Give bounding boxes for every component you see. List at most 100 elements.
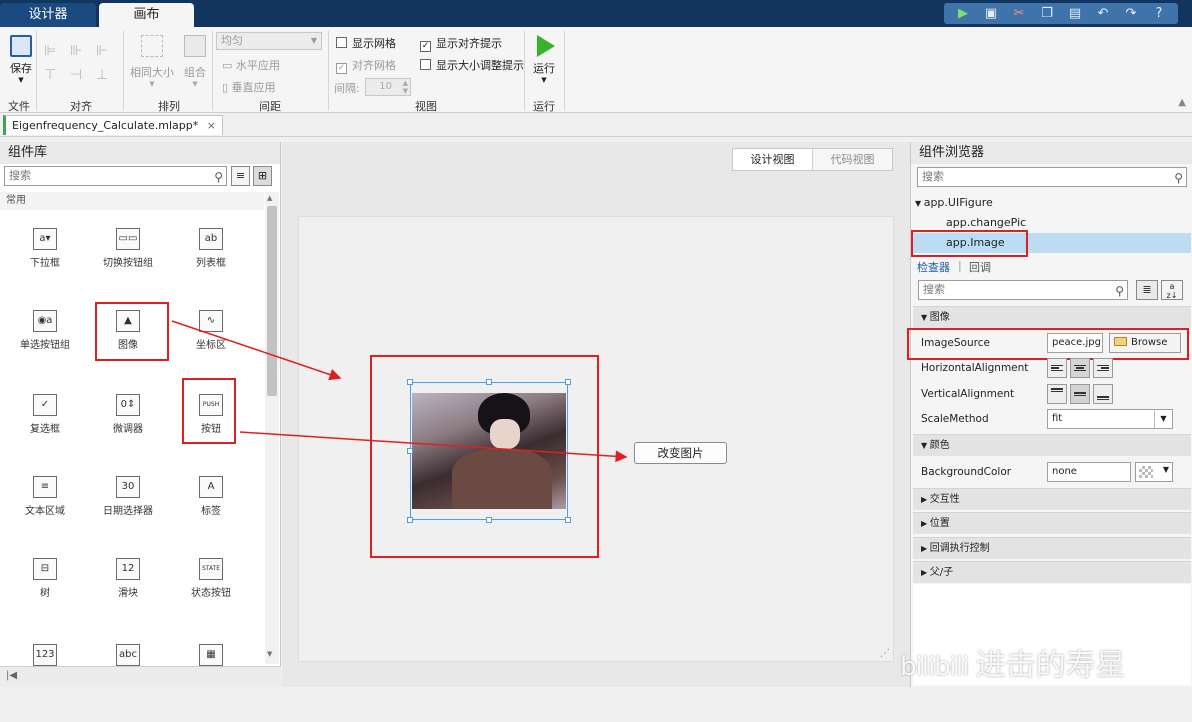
inspector-search-input[interactable]: 搜索 ⚲ — [918, 280, 1128, 300]
component-icon: 12 — [116, 558, 140, 580]
component-item[interactable]: ab 列表框 — [170, 226, 252, 306]
library-search-input[interactable]: 搜索 ⚲ — [4, 166, 227, 186]
save-icon[interactable]: ▣ — [978, 4, 1004, 23]
highlight-button-component — [182, 378, 236, 444]
scale-method-select[interactable]: fit ▼ — [1047, 409, 1173, 429]
change-pic-button[interactable]: 改变图片 — [634, 442, 727, 464]
scrollbar-thumb[interactable] — [267, 206, 277, 396]
interval-label: 间隔: — [334, 82, 360, 95]
design-view-tab[interactable]: 设计视图 — [733, 149, 813, 170]
sort-az-toggle[interactable]: a z↓ — [1161, 280, 1183, 300]
component-item[interactable]: ▭▭ 切换按钮组 — [87, 226, 169, 306]
tab-inspector[interactable]: 检查器 — [917, 259, 950, 275]
section-parent-child[interactable]: ▶ 父/子 — [913, 561, 1191, 583]
same-size-button[interactable]: 相同大小 ▼ — [128, 35, 176, 88]
tree-root[interactable]: ▼ app.UIFigure — [915, 196, 993, 209]
scroll-left-icon[interactable]: |◀ — [6, 670, 17, 681]
section-callback-control[interactable]: ▶ 回调执行控制 — [913, 537, 1191, 559]
component-item[interactable]: ✓ 复选框 — [4, 392, 86, 472]
component-icon: 30 — [116, 476, 140, 498]
save-icon — [10, 35, 32, 57]
canvas-resize-grip-icon[interactable]: ⋰ — [880, 648, 890, 659]
component-icon: ≡ — [33, 476, 57, 498]
align-left-icon[interactable] — [1047, 358, 1067, 378]
bg-color-field[interactable]: none — [1047, 462, 1131, 482]
snap-grid-checkbox[interactable]: ✓ 对齐网格 — [336, 57, 396, 74]
collapse-ribbon-icon[interactable]: ▲ — [1178, 97, 1186, 108]
component-item[interactable]: 30 日期选择器 — [87, 474, 169, 554]
align-left-icon[interactable]: ⊫ — [44, 43, 62, 61]
run-icon[interactable]: ▶ — [950, 4, 976, 23]
component-item[interactable]: ⊟ 树 — [4, 556, 86, 636]
section-image[interactable]: ▼ 图像 — [913, 306, 1191, 328]
library-scrollbar[interactable]: ▲ ▼ — [265, 192, 279, 664]
component-item[interactable]: 0⇕ 微调器 — [87, 392, 169, 472]
document-tab[interactable]: Eigenfrequency_Calculate.mlapp* × — [3, 115, 223, 135]
list-view-toggle[interactable]: ≡ — [231, 166, 250, 186]
apply-vertical-button[interactable]: ▯ 垂直应用 — [222, 79, 276, 95]
cut-icon[interactable]: ✂ — [1006, 4, 1032, 23]
component-label: 日期选择器 — [103, 506, 153, 517]
align-top-icon[interactable] — [1047, 384, 1067, 404]
align-center-icon[interactable] — [1070, 358, 1090, 378]
help-icon[interactable]: ? — [1146, 4, 1172, 23]
component-icon: A — [199, 476, 223, 498]
component-item[interactable]: STATE 状态按钮 — [170, 556, 252, 636]
color-picker-button[interactable]: ▼ — [1135, 462, 1173, 482]
close-icon[interactable]: × — [207, 119, 216, 132]
same-size-icon — [141, 35, 163, 57]
tab-designer[interactable]: 设计器 — [0, 3, 96, 27]
component-item[interactable]: a▾ 下拉框 — [4, 226, 86, 306]
section-color[interactable]: ▼ 颜色 — [913, 434, 1191, 456]
component-icon: abc — [116, 644, 140, 666]
section-position[interactable]: ▶ 位置 — [913, 512, 1191, 534]
section-interactivity[interactable]: ▶ 交互性 — [913, 488, 1191, 510]
group-label-view: 视图 — [415, 100, 437, 113]
spacing-select[interactable]: 均匀 ▼ — [216, 32, 322, 50]
redo-icon[interactable]: ↷ — [1118, 4, 1144, 23]
apply-horizontal-button[interactable]: ▭ 水平应用 — [222, 57, 280, 73]
paste-icon[interactable]: ▤ — [1062, 4, 1088, 23]
ui-figure[interactable]: 改变图片 — [298, 216, 894, 662]
component-label: 滑块 — [118, 588, 138, 599]
align-right-icon[interactable]: ⊩ — [96, 43, 114, 61]
group-button[interactable]: 组合 ▼ — [178, 35, 212, 88]
save-button[interactable]: 保存 ▼ — [6, 35, 36, 84]
group-label-file: 文件 — [8, 100, 30, 113]
tab-canvas[interactable]: 画布 — [99, 3, 194, 27]
component-item[interactable]: A 标签 — [170, 474, 252, 554]
align-top-icon[interactable]: ⊤ — [44, 67, 62, 85]
undo-icon[interactable]: ↶ — [1090, 4, 1116, 23]
component-label: 单选按钮组 — [20, 340, 70, 351]
browser-search-input[interactable]: 搜索 ⚲ — [917, 167, 1187, 187]
group-view-toggle[interactable]: ≣ — [1136, 280, 1158, 300]
align-bottom-icon[interactable]: ⊥ — [96, 67, 114, 85]
grid-view-toggle[interactable]: ⊞ — [253, 166, 272, 186]
align-center-icon[interactable]: ⊪ — [70, 43, 88, 61]
copy-icon[interactable]: ❐ — [1034, 4, 1060, 23]
component-icon: STATE — [199, 558, 223, 580]
category-header: 常用 — [0, 192, 264, 210]
component-item[interactable]: 12 滑块 — [87, 556, 169, 636]
align-middle-icon[interactable] — [1070, 384, 1090, 404]
show-align-hints-checkbox[interactable]: ✓ 显示对齐提示 — [420, 35, 502, 52]
tree-item-changepic[interactable]: app.changePic — [946, 216, 1026, 229]
tab-callback[interactable]: 回调 — [969, 259, 991, 275]
align-middle-icon[interactable]: ⊣ — [70, 67, 88, 85]
align-right-icon[interactable] — [1093, 358, 1113, 378]
watermark: bilibili 进击的寿星 — [900, 648, 1126, 683]
interval-stepper[interactable]: 10 ▲ ▼ — [365, 78, 411, 96]
code-view-tab[interactable]: 代码视图 — [813, 149, 892, 170]
component-browser-panel: 组件浏览器 搜索 ⚲ ▼ app.UIFigure app.changePic … — [907, 142, 1192, 687]
component-item[interactable]: ∿ 坐标区 — [170, 308, 252, 388]
component-item[interactable]: ≡ 文本区域 — [4, 474, 86, 554]
component-label: 树 — [40, 588, 50, 599]
component-label: 复选框 — [30, 424, 60, 435]
chevron-down-icon: ▼ — [1162, 465, 1169, 474]
group-label-spacing: 间距 — [259, 100, 281, 113]
show-grid-checkbox[interactable]: 显示网格 — [336, 35, 396, 51]
run-button[interactable]: 运行 ▼ — [530, 35, 558, 84]
component-item[interactable]: ◉a 单选按钮组 — [4, 308, 86, 388]
show-resize-hints-checkbox[interactable]: 显示大小调整提示 — [420, 57, 524, 73]
align-bottom-icon[interactable] — [1093, 384, 1113, 404]
